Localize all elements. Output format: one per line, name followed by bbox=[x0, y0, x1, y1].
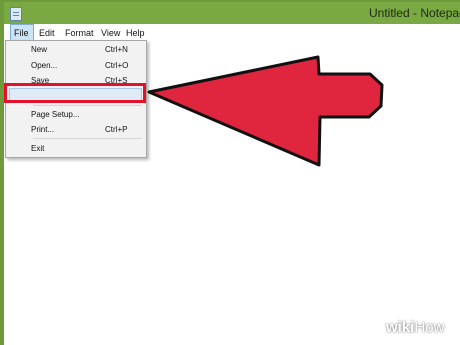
red-arrow-pointer bbox=[147, 55, 384, 167]
wikihow-watermark: wikiHow bbox=[386, 319, 444, 336]
watermark-brand-suffix: How bbox=[414, 319, 445, 336]
watermark-brand: wiki bbox=[386, 319, 415, 336]
